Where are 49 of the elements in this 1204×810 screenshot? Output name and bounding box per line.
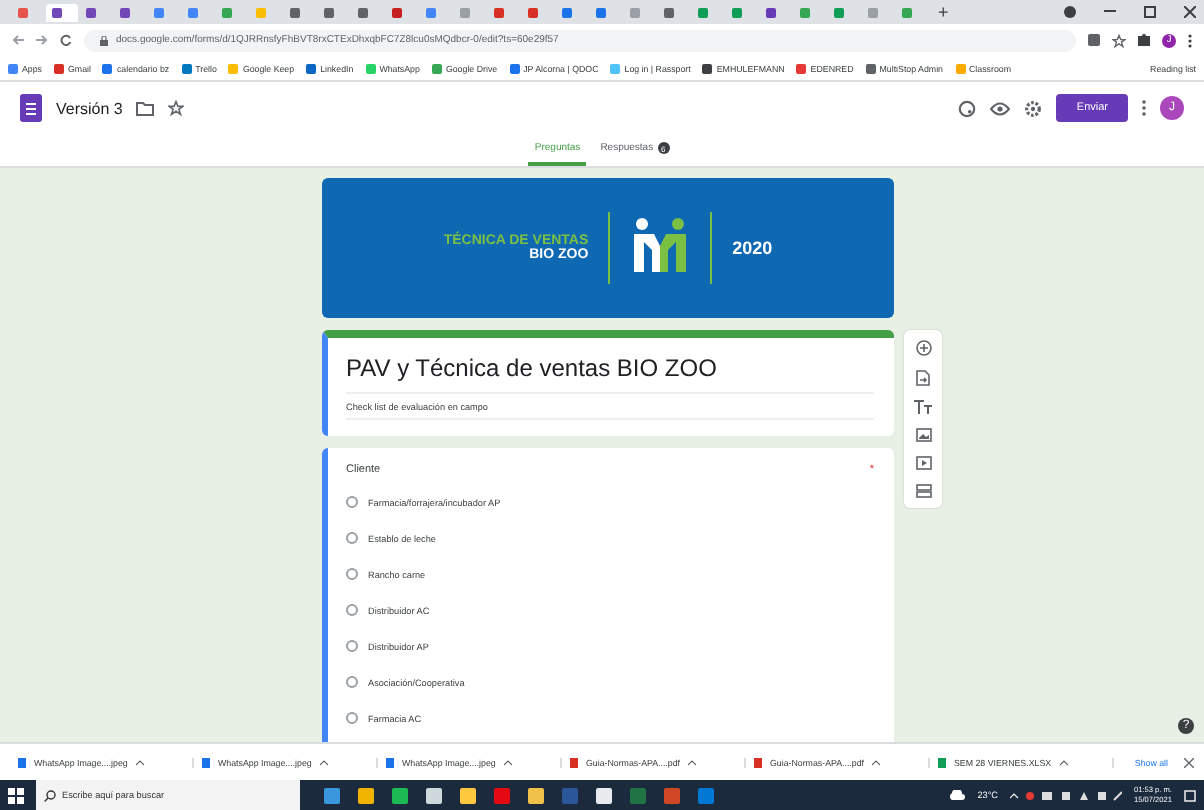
- tray-icons-drawing[interactable]: [1009, 789, 1122, 801]
- taskbar-app-icon[interactable]: [596, 787, 612, 803]
- notification-icon[interactable]: [1184, 789, 1196, 801]
- caret-icon[interactable]: [1059, 759, 1068, 765]
- folder-icon[interactable]: [136, 101, 155, 115]
- back-icon[interactable]: [12, 34, 24, 46]
- browser-tab[interactable]: [46, 3, 78, 21]
- windows-start-icon[interactable]: [8, 787, 24, 803]
- star-icon[interactable]: [1112, 33, 1126, 47]
- taskbar-app-icon[interactable]: [392, 787, 408, 803]
- caret-icon[interactable]: [503, 759, 512, 765]
- search-icon[interactable]: [44, 789, 56, 801]
- radio-button[interactable]: [346, 532, 358, 544]
- video-icon[interactable]: [915, 456, 931, 470]
- close-icon[interactable]: [1184, 6, 1196, 18]
- radio-button[interactable]: [346, 568, 358, 580]
- radio-button[interactable]: [346, 604, 358, 616]
- caret-icon[interactable]: [319, 759, 328, 765]
- caret-icon[interactable]: [688, 759, 697, 765]
- radio-button[interactable]: [346, 496, 358, 508]
- taskbar-app-icon[interactable]: [426, 787, 442, 803]
- close-icon[interactable]: [1184, 757, 1194, 767]
- taskbar-app-icon[interactable]: [528, 787, 544, 803]
- text-icon[interactable]: [914, 400, 932, 414]
- image-icon[interactable]: [915, 428, 931, 442]
- caret-icon[interactable]: [872, 759, 881, 765]
- settings-icon[interactable]: [1024, 99, 1043, 117]
- star-icon[interactable]: [168, 100, 185, 116]
- section-icon[interactable]: [915, 484, 931, 498]
- caret-icon[interactable]: [135, 759, 144, 765]
- radio-button[interactable]: [346, 676, 358, 688]
- forms-logo-icon[interactable]: [20, 94, 42, 122]
- reload-icon[interactable]: [60, 34, 72, 46]
- new-tab-button[interactable]: +: [930, 3, 957, 21]
- minimize-icon[interactable]: [1104, 10, 1116, 14]
- radio-button[interactable]: [346, 712, 358, 724]
- form-title[interactable]: Versión 3: [56, 99, 123, 117]
- maximize-icon[interactable]: [1144, 6, 1156, 18]
- taskbar-app-icon[interactable]: [358, 787, 374, 803]
- radio-button[interactable]: [346, 640, 358, 652]
- forward-icon[interactable]: [36, 34, 48, 46]
- taskbar-app-icon[interactable]: [460, 787, 476, 803]
- banner-year: 2020: [732, 238, 773, 258]
- import-icon[interactable]: [916, 370, 930, 386]
- eye-icon[interactable]: [990, 101, 1011, 115]
- form-heading[interactable]: PAV y Técnica de ventas BIO ZOO: [346, 354, 874, 394]
- media-icon[interactable]: [1064, 6, 1076, 18]
- cloud-icon: [947, 790, 966, 800]
- add-icon[interactable]: [915, 340, 931, 356]
